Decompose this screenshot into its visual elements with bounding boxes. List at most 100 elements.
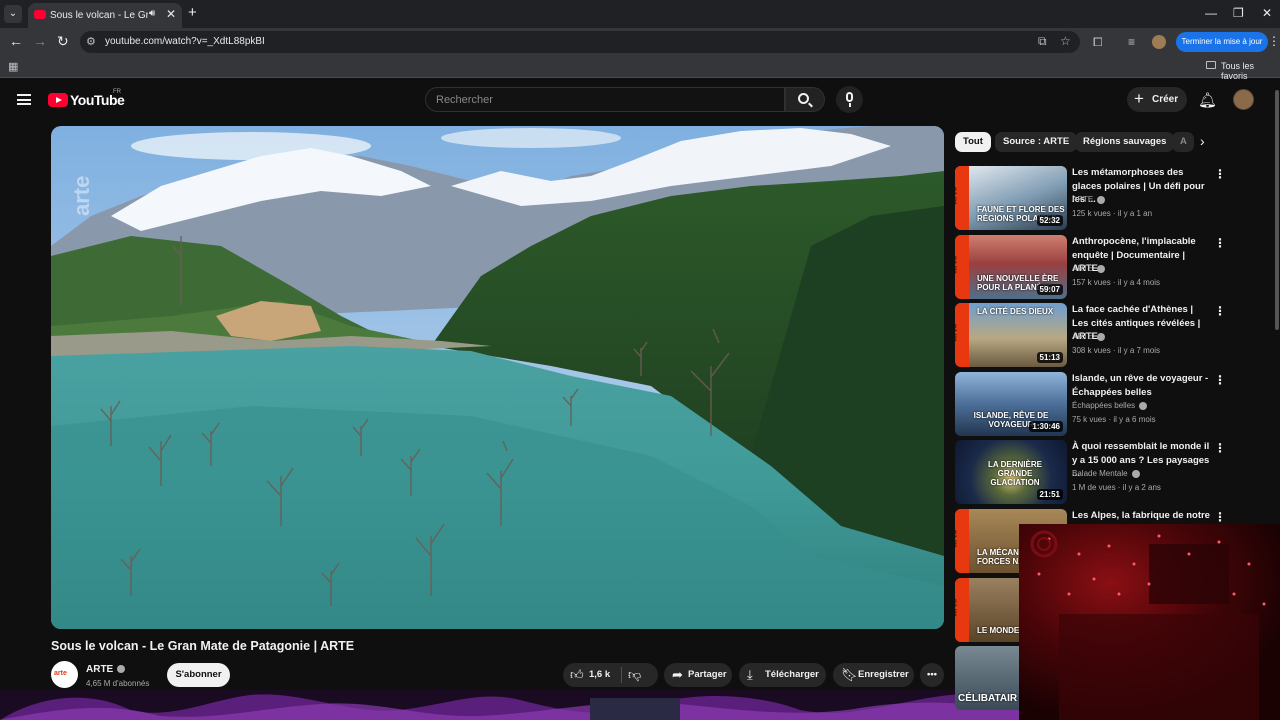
browser-toolbar: ← → ↻ ⚙︎ youtube.com/watch?v=_XdtL88pkBI… — [0, 28, 1280, 56]
region-code: FR — [113, 89, 121, 95]
more-vertical-icon[interactable]: ⋮ — [1214, 236, 1226, 250]
like-icon[interactable]: 👍︎ — [570, 663, 584, 687]
video-thumbnail[interactable]: arte La cité des dieux 51:13 — [955, 303, 1067, 367]
create-button[interactable]: + Créer — [1127, 87, 1187, 112]
overlay-graphic — [0, 690, 1019, 720]
recommendation-channel[interactable]: ARTE — [1072, 195, 1106, 204]
voice-search-button[interactable] — [836, 86, 863, 113]
browser-tab-bar: ⌄ Sous le volcan - Le Gran Mate de Patag… — [0, 0, 1280, 28]
video-duration: 1:30:46 — [1029, 421, 1063, 432]
video-duration: 21:51 — [1036, 489, 1063, 500]
more-vertical-icon[interactable]: ⋮ — [1214, 373, 1226, 387]
guide-menu-icon[interactable] — [17, 94, 31, 105]
page-scrollbar[interactable] — [1275, 90, 1279, 330]
recommendation-item[interactable]: arte Une nouvelle ère pour la planète 59… — [955, 235, 1275, 299]
search-button[interactable] — [785, 87, 825, 112]
channel-name[interactable]: ARTE — [86, 664, 126, 675]
arte-band: arte — [955, 578, 969, 642]
channel-avatar[interactable]: arte — [51, 661, 78, 688]
back-icon[interactable]: ← — [9, 33, 23, 49]
verified-badge-icon — [1139, 401, 1148, 410]
thumbnail-caption: La dernière grande glaciation — [988, 460, 1042, 487]
recommendation-title[interactable]: Les Alpes, la fabrique de notre — [1072, 509, 1212, 523]
more-horizontal-icon: ••• — [927, 669, 937, 680]
address-bar[interactable]: ⚙︎ youtube.com/watch?v=_XdtL88pkBI ⧉ ☆ — [80, 31, 1080, 53]
like-count[interactable]: 1,6 k — [589, 663, 610, 687]
more-vertical-icon[interactable]: ⋮ — [1214, 510, 1226, 524]
chevron-right-icon[interactable]: › — [1200, 133, 1205, 149]
video-thumbnail[interactable]: Islande, rêve de voyageur 1:30:46 — [955, 372, 1067, 436]
media-controls-icon[interactable]: ≡ — [1128, 35, 1135, 49]
bookmark-star-icon[interactable]: ☆ — [1060, 34, 1071, 48]
forward-icon[interactable]: → — [33, 33, 47, 49]
video-thumbnail[interactable]: arte Faune et flore des régions polaires… — [955, 166, 1067, 230]
chip-source-arte[interactable]: Source : ARTE — [995, 132, 1078, 152]
recommendation-meta: 1 M de vues · il y a 2 ans — [1072, 483, 1161, 492]
subscriber-count: 4,65 M d'abonnés — [86, 679, 150, 688]
video-duration: 59:07 — [1036, 284, 1063, 295]
more-vertical-icon[interactable]: ⋮ — [1214, 167, 1226, 181]
recommendation-title[interactable]: Islande, un rêve de voyageur - Échappées… — [1072, 372, 1212, 399]
channel-name-text[interactable]: ARTE — [86, 664, 113, 675]
plus-icon: + — [1134, 89, 1144, 108]
site-info-icon[interactable]: ⚙︎ — [86, 35, 96, 48]
chip-wild-regions[interactable]: Régions sauvages — [1075, 132, 1175, 152]
close-window-icon[interactable]: ✕ — [1262, 6, 1272, 20]
user-avatar[interactable] — [1233, 89, 1254, 110]
more-vertical-icon[interactable]: ⋮ — [1214, 441, 1226, 455]
speaker-icon[interactable]: 🔊︎ — [149, 8, 155, 19]
update-button[interactable]: Terminer la mise à jour — [1176, 32, 1268, 52]
more-actions-button[interactable]: ••• — [920, 663, 944, 687]
video-thumbnail[interactable]: La dernière grande glaciation 21:51 — [955, 440, 1067, 504]
download-button[interactable]: ⤓ Télécharger — [739, 663, 826, 687]
tab-search-menu[interactable]: ⌄ — [4, 5, 22, 23]
dislike-icon[interactable]: 👎︎ — [628, 663, 641, 687]
chip-more[interactable]: A — [1172, 132, 1194, 152]
arte-watermark: arte — [69, 176, 94, 216]
notifications-bell-icon[interactable]: 🔔︎ — [1198, 91, 1217, 109]
arte-logo: arte — [54, 670, 67, 677]
verified-badge-icon — [1097, 264, 1106, 273]
save-button[interactable]: 🔖︎ Enregistrer — [833, 663, 914, 687]
verified-badge-icon — [1097, 195, 1106, 204]
download-icon: ⤓ — [747, 667, 753, 682]
url-text[interactable]: youtube.com/watch?v=_XdtL88pkBI — [105, 36, 265, 47]
all-bookmarks-link[interactable]: Tous les favoris — [1221, 61, 1280, 81]
recommendation-item[interactable]: Islande, rêve de voyageur 1:30:46 Island… — [955, 372, 1275, 436]
new-tab-icon[interactable]: + — [188, 4, 197, 21]
browser-tab-active[interactable]: Sous le volcan - Le Gran Mate de Patagon… — [28, 3, 182, 28]
apps-grid-icon[interactable]: ▦ — [8, 60, 18, 73]
search-input[interactable]: Rechercher — [425, 87, 785, 112]
recommendation-item[interactable]: La dernière grande glaciation 21:51 À qu… — [955, 440, 1275, 504]
recommendation-channel[interactable]: ARTE — [1072, 332, 1106, 341]
recommendation-item[interactable]: arte Faune et flore des régions polaires… — [955, 166, 1275, 230]
recommendation-channel[interactable]: Balade Mentale — [1072, 469, 1140, 478]
video-thumbnail[interactable]: arte Une nouvelle ère pour la planète 59… — [955, 235, 1067, 299]
verified-badge-icon — [1097, 332, 1106, 341]
profile-avatar[interactable] — [1152, 35, 1166, 49]
share-button[interactable]: ➦ Partager — [664, 663, 732, 687]
browser-menu-icon[interactable]: ⋮ — [1268, 34, 1280, 48]
youtube-logo-icon[interactable] — [48, 93, 68, 107]
subscribe-button[interactable]: S'abonner — [167, 663, 230, 687]
recommendation-meta: 157 k vues · il y a 4 mois — [1072, 278, 1161, 287]
verified-badge-icon — [1131, 469, 1140, 478]
close-tab-icon[interactable]: ✕ — [166, 7, 176, 21]
recommendation-channel[interactable]: Échappées belles — [1072, 401, 1148, 410]
arte-band: arte — [955, 509, 969, 573]
recommendation-item[interactable]: arte La cité des dieux 51:13 La face cac… — [955, 303, 1275, 367]
maximize-icon[interactable]: ❐ — [1233, 6, 1244, 20]
arte-band: arte — [955, 303, 969, 367]
more-vertical-icon[interactable]: ⋮ — [1214, 304, 1226, 318]
extensions-icon[interactable]: ⧠ — [1093, 35, 1103, 50]
chip-all[interactable]: Tout — [955, 132, 991, 152]
minimize-icon[interactable]: — — [1205, 6, 1217, 20]
like-dislike-group: 👍︎ 1,6 k 👎︎ — [563, 663, 658, 687]
video-player[interactable]: arte — [51, 126, 944, 629]
recommendation-channel[interactable]: ARTE — [1072, 264, 1106, 273]
reload-icon[interactable]: ↻ — [57, 33, 69, 50]
download-label: Télécharger — [765, 669, 819, 680]
share-icon: ➦ — [672, 667, 683, 682]
install-app-icon[interactable]: ⧉ — [1038, 34, 1047, 49]
thumbnail-caption: Célibatair — [958, 693, 1018, 704]
